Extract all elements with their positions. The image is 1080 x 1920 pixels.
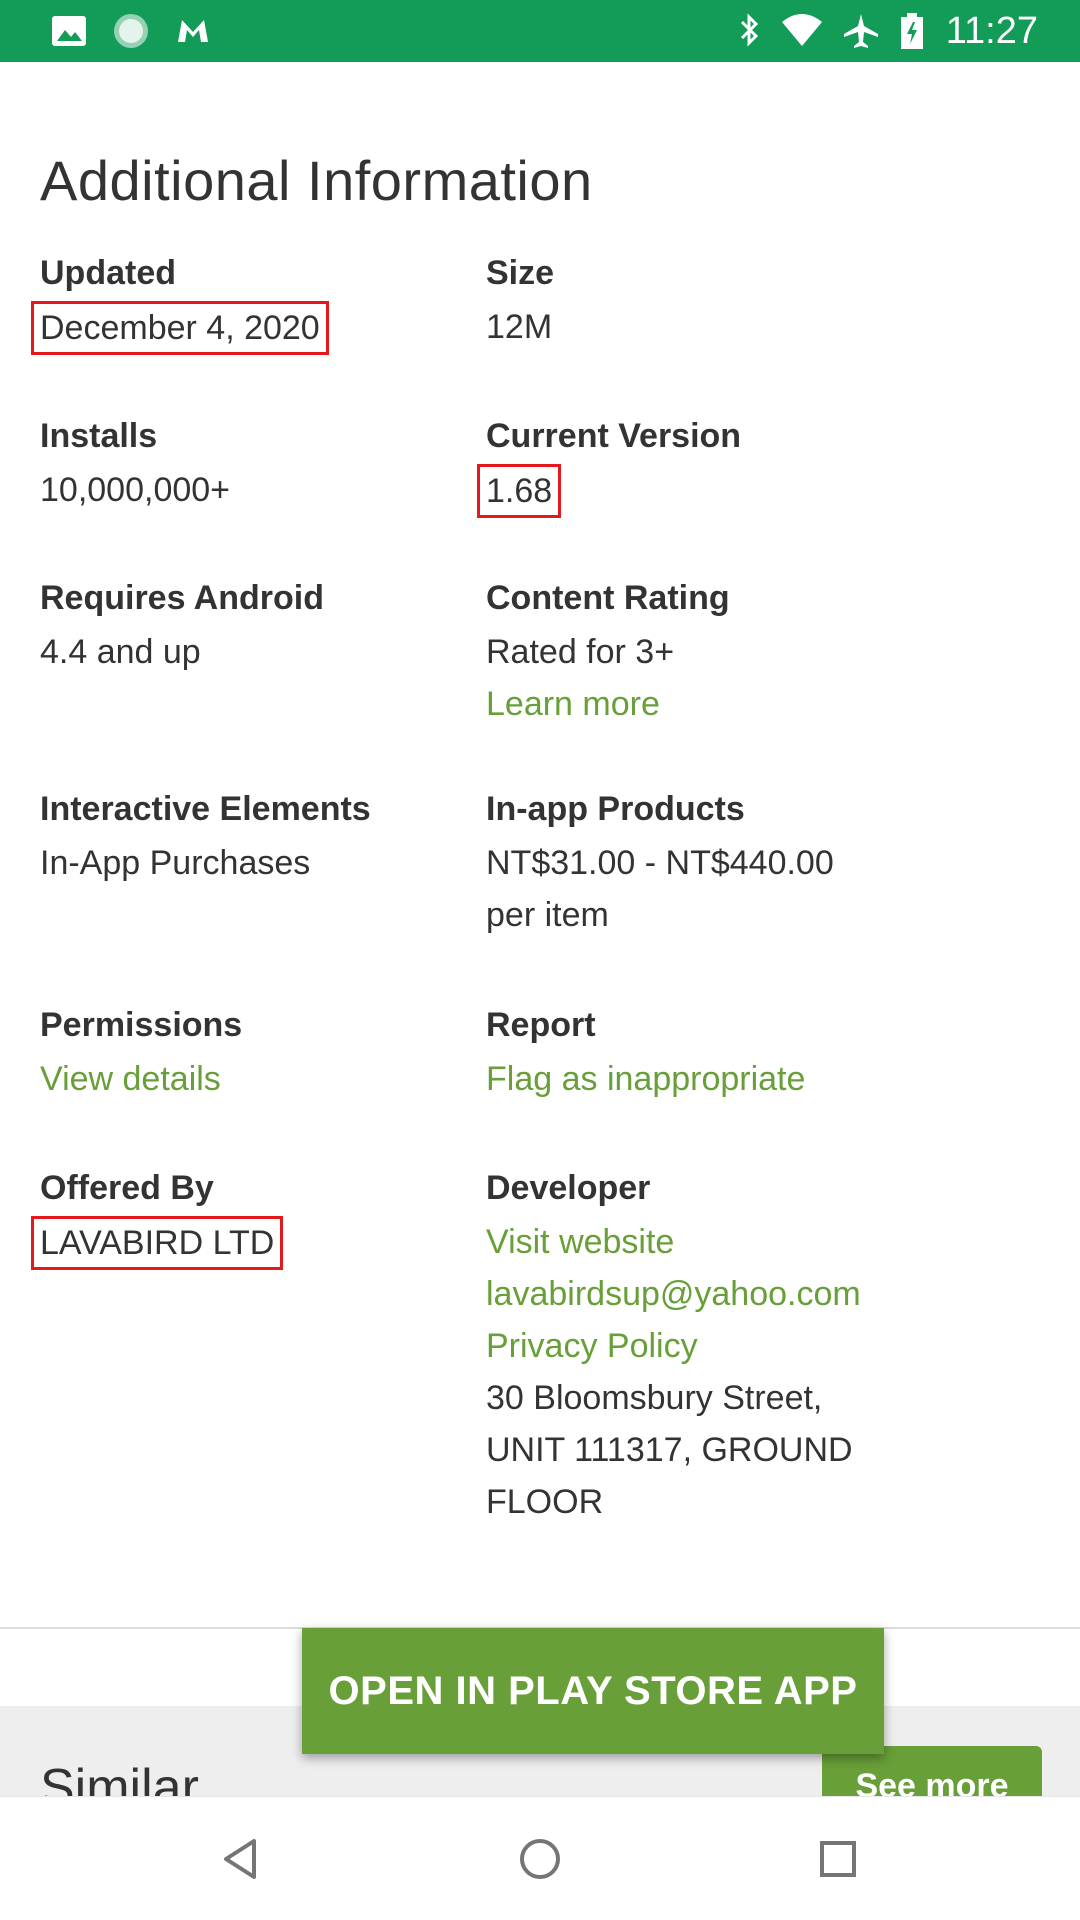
interactive-elements-value: In-App Purchases — [40, 844, 311, 882]
navigation-bar — [0, 1796, 1080, 1920]
in-app-products-label: In-app Products — [486, 790, 745, 828]
battery-charging-icon — [901, 13, 923, 49]
requires-android-label: Requires Android — [40, 579, 324, 617]
interactive-elements-item: Interactive Elements In-App Purchases — [40, 787, 520, 889]
bluetooth-icon — [740, 13, 759, 47]
malwarebytes-icon — [178, 20, 208, 42]
updated-value: December 4, 2020 — [31, 301, 329, 355]
developer-address-line3: FLOOR — [486, 1483, 604, 1521]
offered-by-value: LAVABIRD LTD — [31, 1216, 284, 1270]
in-app-products-per-item: per item — [486, 896, 609, 934]
developer-address-line2: UNIT 111317, GROUND — [486, 1431, 853, 1469]
visit-website-link[interactable]: Visit website — [486, 1216, 966, 1268]
developer-item: Developer Visit website lavabirdsup@yaho… — [486, 1166, 966, 1528]
size-value: 12M — [486, 308, 553, 346]
updated-label: Updated — [40, 254, 176, 292]
screen: 11:27 Additional Information Updated Dec… — [0, 0, 1080, 1920]
requires-android-item: Requires Android 4.4 and up — [40, 576, 520, 678]
requires-android-value: 4.4 and up — [40, 633, 201, 671]
wifi-icon — [782, 14, 822, 46]
section-title: Additional Information — [40, 149, 593, 212]
back-icon[interactable] — [210, 1827, 274, 1891]
content-rating-item: Content Rating Rated for 3+ Learn more — [486, 576, 966, 730]
loading-circle-icon — [114, 14, 148, 48]
similar-title: Similar — [40, 1759, 199, 1796]
content-rating-value: Rated for 3+ — [486, 633, 675, 671]
offered-by-label: Offered By — [40, 1169, 214, 1207]
interactive-elements-label: Interactive Elements — [40, 790, 371, 828]
installs-item: Installs 10,000,000+ — [40, 414, 520, 516]
offered-by-item: Offered By LAVABIRD LTD — [31, 1166, 520, 1270]
developer-address-line1: 30 Bloomsbury Street, — [486, 1379, 823, 1417]
privacy-policy-link[interactable]: Privacy Policy — [486, 1320, 966, 1372]
updated-item: Updated December 4, 2020 — [31, 251, 520, 355]
installs-label: Installs — [40, 417, 158, 455]
developer-label: Developer — [486, 1169, 651, 1207]
in-app-products-item: In-app Products NT$31.00 - NT$440.00 per… — [486, 787, 966, 941]
open-in-play-store-button[interactable]: OPEN IN PLAY STORE APP — [302, 1628, 884, 1754]
learn-more-link[interactable]: Learn more — [486, 678, 966, 730]
status-time: 11:27 — [945, 10, 1038, 52]
current-version-value: 1.68 — [477, 464, 562, 518]
permissions-item: Permissions View details — [40, 1003, 520, 1105]
view-details-link[interactable]: View details — [40, 1053, 520, 1105]
report-item: Report Flag as inappropriate — [486, 1003, 966, 1105]
developer-email-link[interactable]: lavabirdsup@yahoo.com — [486, 1268, 966, 1320]
home-icon[interactable] — [508, 1827, 572, 1891]
report-label: Report — [486, 1006, 596, 1044]
current-version-item: Current Version 1.68 — [477, 414, 966, 518]
airplane-icon — [844, 14, 878, 48]
flag-inappropriate-link[interactable]: Flag as inappropriate — [486, 1053, 966, 1105]
installs-value: 10,000,000+ — [40, 471, 231, 509]
recents-icon[interactable] — [806, 1827, 870, 1891]
current-version-label: Current Version — [486, 417, 742, 455]
size-item: Size 12M — [486, 251, 966, 353]
content-rating-label: Content Rating — [486, 579, 730, 617]
status-bar: 11:27 — [0, 0, 1080, 62]
size-label: Size — [486, 254, 555, 292]
permissions-label: Permissions — [40, 1006, 243, 1044]
image-icon — [52, 16, 86, 46]
in-app-products-price: NT$31.00 - NT$440.00 — [486, 844, 834, 882]
